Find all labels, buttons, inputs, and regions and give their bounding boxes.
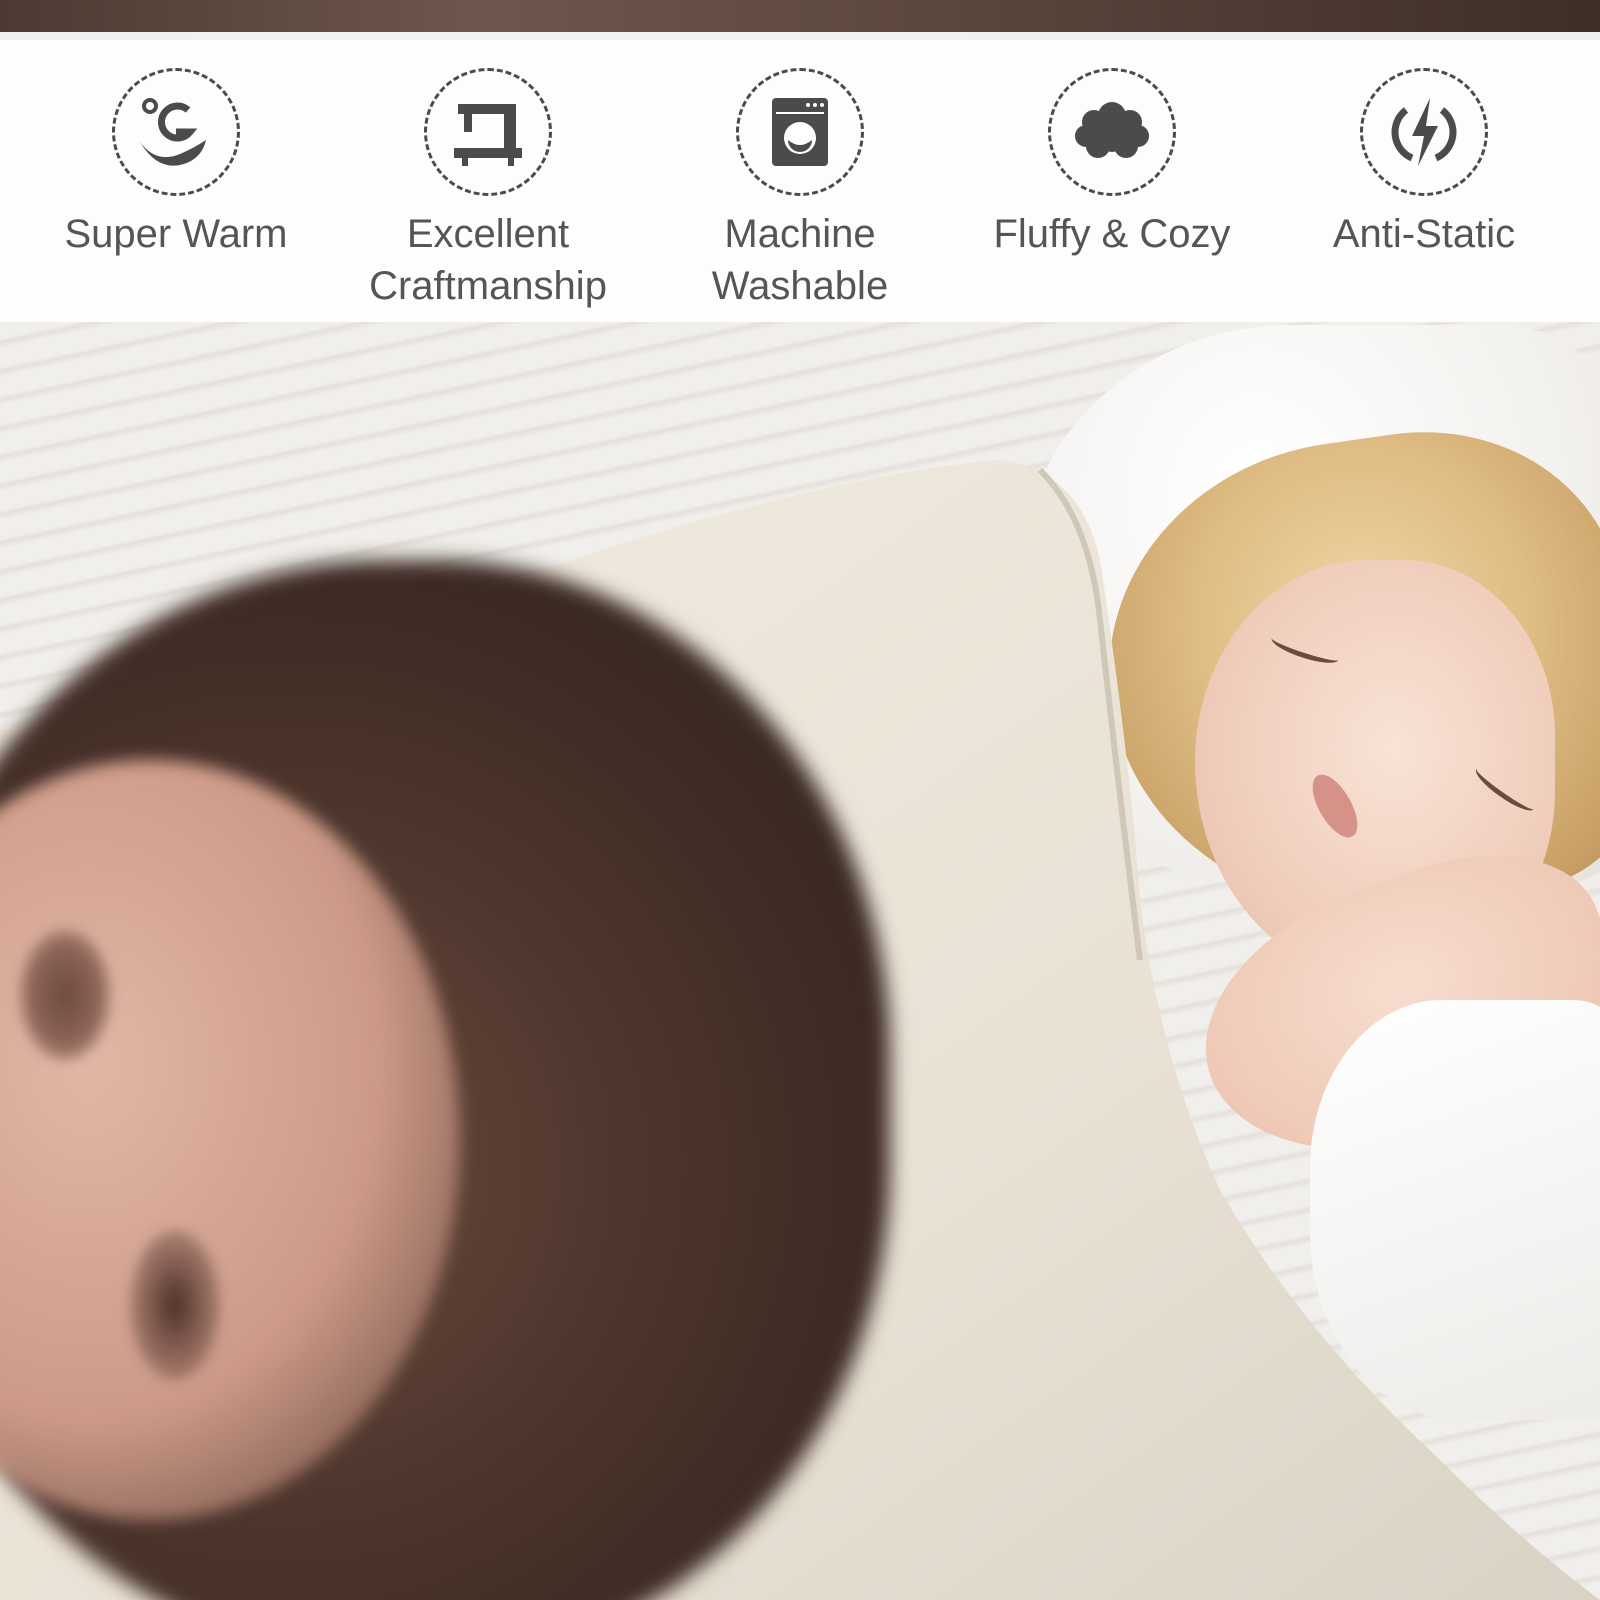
feature-label: Anti-Static (1332, 212, 1516, 256)
feature-super-warm: Super Warm (46, 32, 306, 322)
product-image: Super Warm Excellent Craftmanship Machin… (0, 0, 1600, 1600)
feature-banner: Super Warm Excellent Craftmanship Machin… (0, 32, 1600, 322)
lightning-bolt-icon (1360, 68, 1488, 196)
feature-craftmanship: Excellent Craftmanship (358, 32, 618, 322)
cloud-icon (1048, 68, 1176, 196)
feature-label: Machine Washable (711, 212, 889, 308)
sewing-machine-icon (424, 68, 552, 196)
printed-eye (20, 930, 110, 1060)
temperature-wave-icon (112, 68, 240, 196)
feature-label: Super Warm (64, 212, 288, 256)
washing-machine-icon (736, 68, 864, 196)
feature-label: Excellent Craftmanship (369, 212, 607, 308)
feature-list: Super Warm Excellent Craftmanship Machin… (0, 32, 1600, 322)
printed-nostril (130, 1230, 220, 1380)
feature-fluffy-cozy: Fluffy & Cozy (982, 32, 1242, 322)
feature-machine-washable: Machine Washable (670, 32, 930, 322)
feature-anti-static: Anti-Static (1294, 32, 1554, 322)
feature-label: Fluffy & Cozy (993, 212, 1231, 256)
